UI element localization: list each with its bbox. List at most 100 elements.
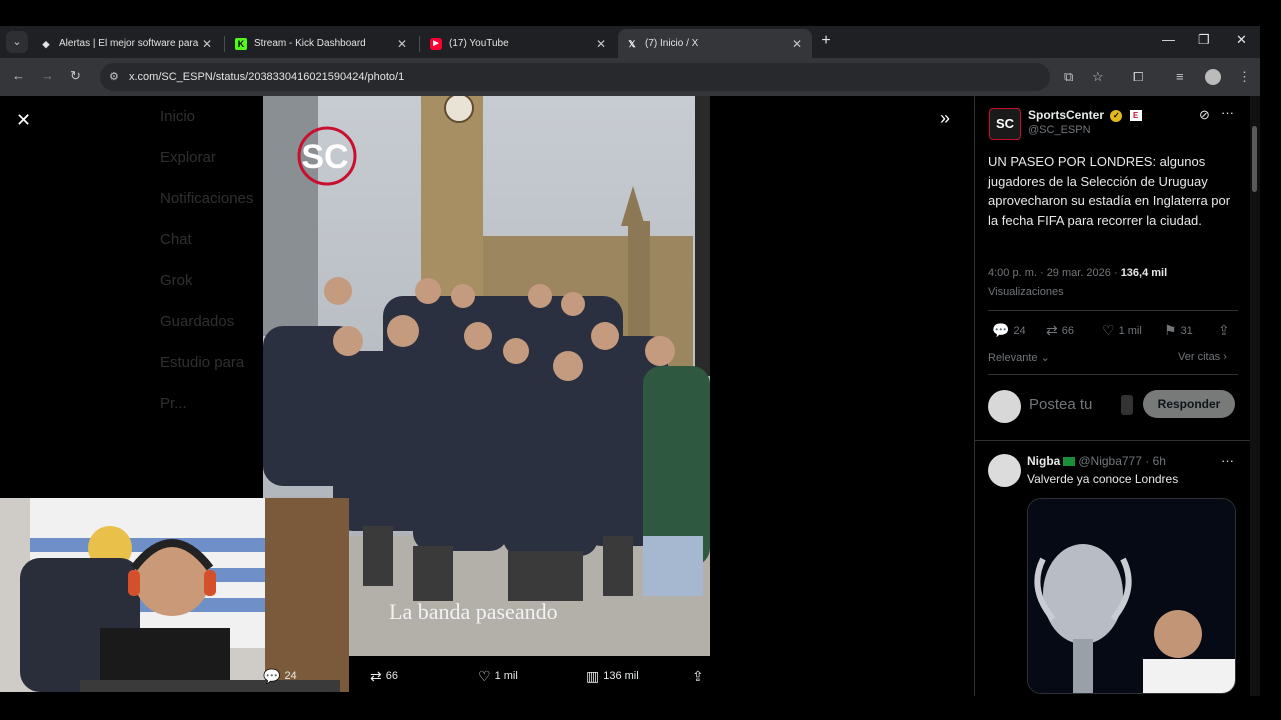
browser-window: ⌄ ◆ Alertas | El mejor software para ✕ K… <box>0 26 1260 696</box>
sportscenter-logo: SC <box>297 126 357 186</box>
grok-icon[interactable]: ⊘ <box>1199 107 1210 123</box>
reply-icon: 💬 <box>263 667 281 684</box>
reply-media[interactable] <box>1027 498 1236 694</box>
x-photo-viewer: Inicio Explorar Notificaciones Chat Grok… <box>0 96 1260 696</box>
restore-icon[interactable]: ❐ <box>1198 32 1210 48</box>
screen: ⌄ ◆ Alertas | El mejor software para ✕ K… <box>0 0 1281 720</box>
verified-badge-icon: ✓ <box>1110 109 1123 122</box>
x-logo-icon: 𝕏 <box>628 38 636 49</box>
reply-handle-time[interactable]: @Nigba777 · 6h <box>1078 454 1166 468</box>
repost-icon: ⇄ <box>370 667 382 684</box>
tab-alertas[interactable]: ◆ Alertas | El mejor software para ✕ <box>32 29 222 58</box>
minimize-icon[interactable]: — <box>1162 32 1175 47</box>
webcam-scene <box>0 498 349 692</box>
author-handle[interactable]: @SC_ESPN <box>1028 124 1091 136</box>
author-name[interactable]: SportsCenter <box>1028 108 1104 122</box>
grok-compose-icon[interactable] <box>1121 395 1133 415</box>
photo-like-action[interactable]: ♡ 1 mil <box>478 666 518 686</box>
more-options-icon[interactable]: ··· <box>1221 105 1234 120</box>
reply-author-row[interactable]: Nigba @Nigba777 · 6h <box>1027 454 1166 468</box>
site-info-icon[interactable]: ⚙ <box>109 70 119 83</box>
photo-reply-action[interactable]: 💬 24 <box>263 666 297 686</box>
sort-replies-dropdown[interactable]: Relevante ⌄ <box>988 351 1050 364</box>
close-tab-icon[interactable]: ✕ <box>594 37 608 51</box>
bg-nav-item: Guardados <box>160 313 235 330</box>
repost-stat[interactable]: ⇄ 66 <box>1046 322 1074 339</box>
bookmark-star-icon[interactable]: ☆ <box>1092 69 1104 85</box>
background-sidebar: Inicio Explorar Notificaciones Chat Grok… <box>118 96 278 496</box>
bookmark-icon: ⚑ <box>1164 322 1177 338</box>
collapse-panel-icon[interactable]: » <box>940 108 950 129</box>
reply-count: 24 <box>284 670 297 682</box>
view-quotes-link[interactable]: Ver citas › <box>1178 351 1227 363</box>
player-shirt <box>1143 659 1235 693</box>
bookmark-count: 31 <box>1180 324 1193 337</box>
photo-caption: La banda paseando <box>389 599 558 624</box>
close-viewer-icon[interactable]: ✕ <box>16 110 31 131</box>
reply-stat[interactable]: 💬 24 <box>992 322 1026 339</box>
forward-icon[interactable]: → <box>41 68 54 83</box>
reply-text: Valverde ya conoce Londres <box>1027 472 1179 486</box>
views-chart-icon: ▥ <box>586 667 600 684</box>
like-count: 1 mil <box>494 670 518 682</box>
extensions-icon[interactable]: ⧠ <box>1133 69 1143 85</box>
tweet-timestamp[interactable]: 4:00 p. m. · 29 mar. 2026 · <box>988 267 1121 279</box>
address-bar[interactable]: ⚙ x.com/SC_ESPN/status/20383304160215904… <box>100 63 1050 91</box>
shield-icon: ◆ <box>42 38 50 49</box>
views-label: Visualizaciones <box>988 286 1064 298</box>
share-stat[interactable]: ⇪ <box>1218 322 1234 339</box>
tab-youtube[interactable]: ▶ (17) YouTube ✕ <box>422 29 616 58</box>
close-window-icon[interactable]: ✕ <box>1236 32 1247 48</box>
tab-search-icon[interactable]: ⌄ <box>6 31 28 53</box>
sort-label: Relevante <box>988 352 1038 364</box>
tab-title: Alertas | El mejor software para <box>59 38 199 49</box>
bg-nav-item: Notificaciones <box>160 190 254 207</box>
scrollbar-thumb[interactable] <box>1252 126 1257 192</box>
install-app-icon[interactable]: ⧉ <box>1064 69 1073 85</box>
tweet-meta: 4:00 p. m. · 29 mar. 2026 · 136,4 mil Vi… <box>988 264 1238 302</box>
photo-share-action[interactable]: ⇪ <box>692 666 708 686</box>
page-scrollbar[interactable] <box>1250 96 1260 696</box>
reply-button[interactable]: Responder <box>1143 390 1235 418</box>
lamp-post <box>695 96 710 376</box>
views-count: 136 mil <box>603 670 639 682</box>
media-control-icon[interactable]: ≡ <box>1176 69 1184 84</box>
profile-avatar[interactable] <box>1205 69 1221 85</box>
photo-repost-action[interactable]: ⇄ 66 <box>370 666 398 686</box>
back-icon[interactable]: ← <box>12 68 25 83</box>
close-tab-icon[interactable]: ✕ <box>200 37 214 51</box>
close-tab-icon[interactable]: ✕ <box>395 37 409 51</box>
tab-kick[interactable]: K Stream - Kick Dashboard ✕ <box>227 29 417 58</box>
tab-divider <box>419 36 420 52</box>
reload-icon[interactable]: ↻ <box>70 68 81 84</box>
my-avatar[interactable] <box>988 390 1021 423</box>
player-face <box>1154 610 1202 658</box>
tweet-views-count: 136,4 mil <box>1120 267 1168 279</box>
reply-author-name[interactable]: Nigba <box>1027 454 1060 468</box>
bookmark-stat[interactable]: ⚑ 31 <box>1164 322 1193 339</box>
tab-title: (17) YouTube <box>449 38 509 49</box>
url-text[interactable]: x.com/SC_ESPN/status/2038330416021590424… <box>129 71 404 83</box>
author-avatar[interactable]: SC <box>989 108 1021 140</box>
reply-author-avatar[interactable] <box>988 454 1021 487</box>
reply-input[interactable]: Postea tu <box>1029 396 1092 413</box>
bg-nav-item: Grok <box>160 272 193 289</box>
tab-x-home[interactable]: 𝕏 (7) Inicio / X ✕ <box>618 29 812 58</box>
bg-nav-item: Estudio para <box>160 354 245 371</box>
divider <box>988 374 1238 375</box>
tab-bar: ⌄ ◆ Alertas | El mejor software para ✕ K… <box>0 26 1260 58</box>
reply-more-icon[interactable]: ··· <box>1221 453 1234 468</box>
reply-count: 24 <box>1013 324 1026 337</box>
chrome-menu-icon[interactable]: ⋮ <box>1238 69 1251 85</box>
new-tab-icon[interactable]: + <box>818 32 834 50</box>
champions-trophy <box>1043 544 1123 644</box>
trophy-image <box>1028 499 1235 693</box>
author-name-row[interactable]: SportsCenter ✓ E <box>1028 108 1142 122</box>
youtube-icon: ▶ <box>430 37 442 50</box>
photo-views-action[interactable]: ▥ 136 mil <box>586 666 639 686</box>
heart-icon: ♡ <box>1102 322 1115 338</box>
divider <box>975 440 1251 441</box>
browser-toolbar: ← → ↻ ⚙ x.com/SC_ESPN/status/20383304160… <box>0 58 1260 96</box>
like-stat[interactable]: ♡ 1 mil <box>1102 322 1142 339</box>
close-tab-icon[interactable]: ✕ <box>790 37 804 51</box>
